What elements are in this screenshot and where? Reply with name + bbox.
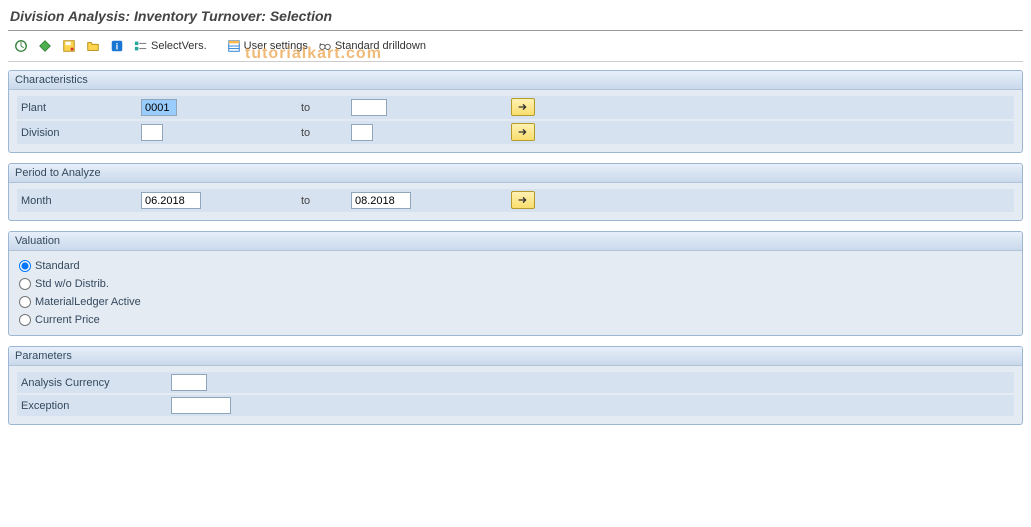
parameters-title: Parameters xyxy=(9,347,1022,366)
arrow-right-icon xyxy=(516,100,530,114)
info-icon: i xyxy=(110,39,124,53)
month-from-input[interactable] xyxy=(141,192,201,209)
division-label: Division xyxy=(21,127,141,139)
save-button[interactable] xyxy=(58,37,80,55)
analysis-currency-row: Analysis Currency xyxy=(17,372,1014,393)
plant-row: Plant to xyxy=(17,96,1014,119)
radio-input[interactable] xyxy=(19,260,31,272)
stddrilldown-label: Standard drilldown xyxy=(335,40,426,52)
valuation-standard-radio[interactable]: Standard xyxy=(17,257,1014,275)
selectvers-label: SelectVers. xyxy=(151,40,207,52)
division-multiselect-button[interactable] xyxy=(511,123,535,141)
info-button[interactable]: i xyxy=(106,37,128,55)
usersettings-button[interactable]: User settings xyxy=(223,37,312,55)
to-label: to xyxy=(301,195,351,207)
exception-label: Exception xyxy=(21,400,171,412)
plant-multiselect-button[interactable] xyxy=(511,98,535,116)
stddrilldown-button[interactable]: Standard drilldown xyxy=(314,37,430,55)
arrow-right-icon xyxy=(516,125,530,139)
to-label: to xyxy=(301,127,351,139)
division-from-input[interactable] xyxy=(141,124,163,141)
folder-icon xyxy=(86,39,100,53)
period-group: Period to Analyze Month to xyxy=(8,163,1023,221)
exception-input[interactable] xyxy=(171,397,231,414)
valuation-current-radio[interactable]: Current Price xyxy=(17,311,1014,329)
radio-input[interactable] xyxy=(19,278,31,290)
glasses-icon xyxy=(318,39,332,53)
valuation-stdwo-radio[interactable]: Std w/o Distrib. xyxy=(17,275,1014,293)
analysis-currency-label: Analysis Currency xyxy=(21,377,171,389)
radio-input[interactable] xyxy=(19,314,31,326)
exception-row: Exception xyxy=(17,395,1014,416)
table-icon xyxy=(227,39,241,53)
execute-button[interactable] xyxy=(10,37,32,55)
plant-from-input[interactable] xyxy=(141,99,177,116)
radio-label: Standard xyxy=(35,260,80,272)
radio-label: MaterialLedger Active xyxy=(35,296,141,308)
folder-button[interactable] xyxy=(82,37,104,55)
month-multiselect-button[interactable] xyxy=(511,191,535,209)
page-title: Division Analysis: Inventory Turnover: S… xyxy=(8,4,1023,31)
radio-label: Std w/o Distrib. xyxy=(35,278,109,290)
selectvers-button[interactable]: SelectVers. xyxy=(130,37,211,55)
valuation-mlactive-radio[interactable]: MaterialLedger Active xyxy=(17,293,1014,311)
period-title: Period to Analyze xyxy=(9,164,1022,183)
month-label: Month xyxy=(21,195,141,207)
radio-input[interactable] xyxy=(19,296,31,308)
execute-icon xyxy=(14,39,28,53)
svg-text:i: i xyxy=(116,42,118,52)
plant-to-input[interactable] xyxy=(351,99,387,116)
save-icon xyxy=(62,39,76,53)
characteristics-title: Characteristics xyxy=(9,71,1022,90)
radio-label: Current Price xyxy=(35,314,100,326)
arrow-right-icon xyxy=(516,193,530,207)
toolbar: i SelectVers. User settings Standard dri… xyxy=(8,33,1023,62)
usersettings-label: User settings xyxy=(244,40,308,52)
valuation-title: Valuation xyxy=(9,232,1022,251)
analysis-currency-input[interactable] xyxy=(171,374,207,391)
month-row: Month to xyxy=(17,189,1014,212)
characteristics-group: Characteristics Plant to Division to xyxy=(8,70,1023,153)
diamond-icon xyxy=(38,39,52,53)
plant-label: Plant xyxy=(21,102,141,114)
division-row: Division to xyxy=(17,121,1014,144)
month-to-input[interactable] xyxy=(351,192,411,209)
division-to-input[interactable] xyxy=(351,124,373,141)
diamond-button[interactable] xyxy=(34,37,56,55)
selectvers-icon xyxy=(134,39,148,53)
parameters-group: Parameters Analysis Currency Exception xyxy=(8,346,1023,425)
to-label: to xyxy=(301,102,351,114)
valuation-group: Valuation Standard Std w/o Distrib. Mate… xyxy=(8,231,1023,336)
